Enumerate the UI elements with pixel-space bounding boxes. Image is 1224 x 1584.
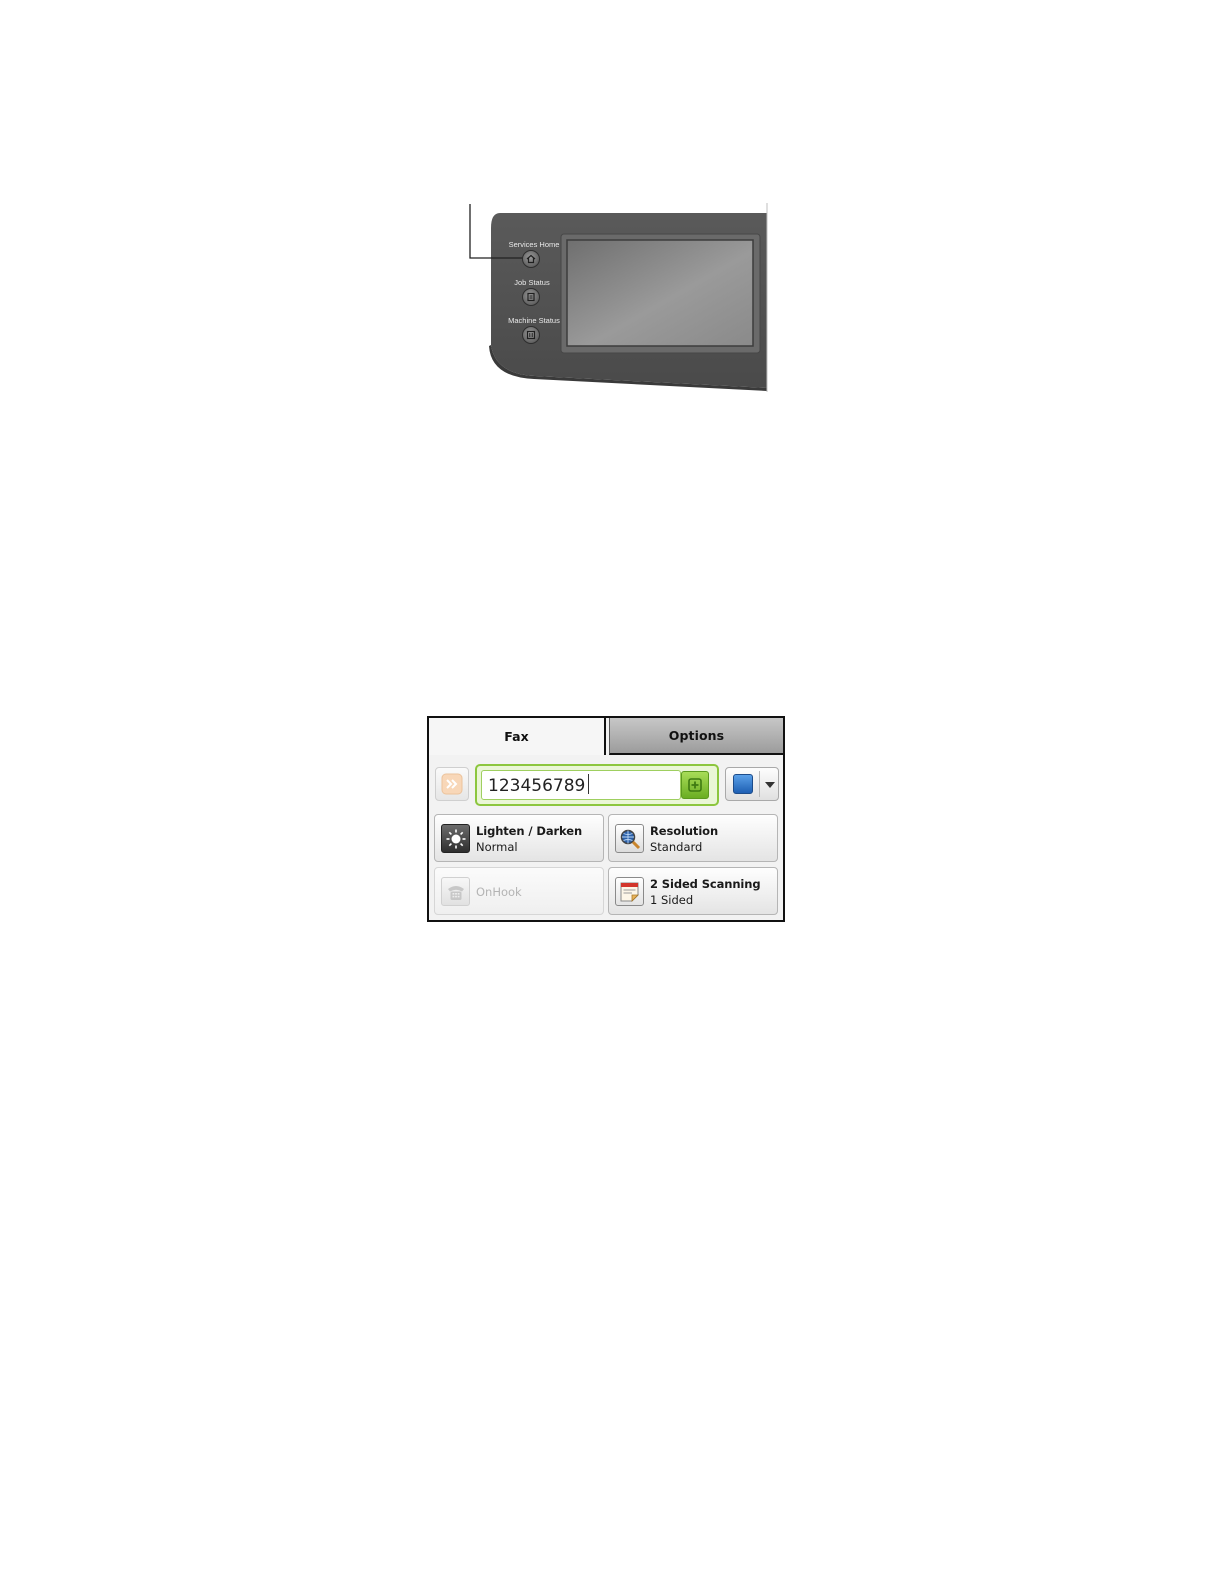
button-divider [759,771,760,797]
tab-options[interactable]: Options [609,718,783,755]
home-icon [526,254,536,264]
lighten-darken-value: Normal [476,840,518,854]
services-home-button[interactable] [522,250,540,268]
onhook-label: OnHook [476,885,522,899]
resolution-title: Resolution [650,824,719,838]
sun-icon [441,824,470,853]
lighten-darken-button[interactable]: Lighten / Darken Normal [434,814,604,862]
add-recipient-icon [688,778,702,792]
lighten-darken-title: Lighten / Darken [476,824,583,838]
job-status-button[interactable] [522,288,540,306]
resolution-button[interactable]: Resolution Standard [608,814,778,862]
fax-number-input[interactable] [481,770,681,800]
fax-tab-content: Lighten / Darken Normal Resolution Stand… [429,755,783,920]
add-recipient-button[interactable] [681,771,709,799]
two-sided-scanning-title: 2 Sided Scanning [650,877,761,891]
machine-status-button[interactable] [522,326,540,344]
telephone-icon [441,877,470,906]
onhook-button[interactable]: OnHook [434,867,604,915]
speed-dial-button[interactable] [435,767,469,801]
two-sided-scanning-value: 1 Sided [650,893,694,907]
fax-number-field-frame [475,764,719,806]
dropdown-arrow-icon [765,782,775,788]
tab-fax[interactable]: Fax [429,718,606,755]
text-cursor [588,774,589,794]
magnifier-globe-icon [615,824,644,853]
job-status-icon [527,292,535,302]
speed-dial-icon [441,773,463,795]
machine-status-label: Machine Status [508,316,560,325]
machine-status-icon [526,330,536,340]
two-sided-scanning-button[interactable]: 2 Sided Scanning 1 Sided [608,867,778,915]
control-panel-illustration: Services Home Job Status Machine Status [460,200,780,395]
resolution-value: Standard [650,840,703,854]
two-sided-page-icon [615,877,644,906]
fax-touchscreen: Fax Options 123456789 Lighten / Darken N… [427,716,785,922]
address-book-button[interactable] [725,767,779,801]
job-status-label: Job Status [514,278,550,287]
control-panel-drawing [469,203,768,392]
address-book-icon [733,774,753,794]
services-home-label: Services Home [508,240,560,249]
